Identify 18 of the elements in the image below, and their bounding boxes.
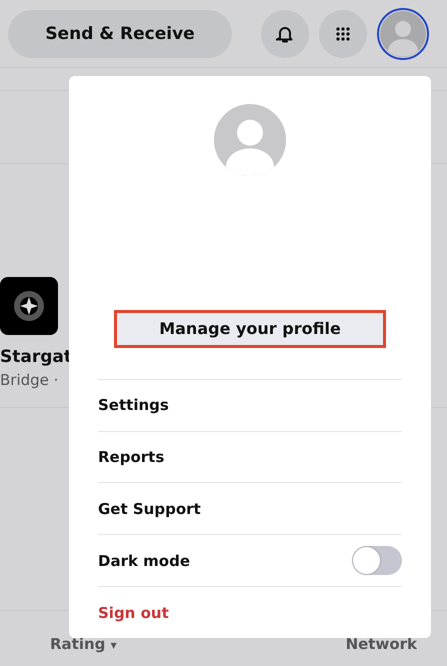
menu-item[interactable]: Get Support — [98, 500, 201, 518]
menu-item[interactable]: Reports — [98, 448, 164, 466]
column-heading: Network — [346, 635, 417, 653]
notifications-button[interactable] — [261, 10, 309, 58]
send-receive-button[interactable]: Send & Receive — [8, 10, 232, 58]
grid-icon — [335, 26, 351, 42]
app-name: Stargat — [0, 347, 73, 367]
app-subtitle: Bridge · — [0, 371, 60, 389]
avatar-icon — [211, 104, 289, 176]
bell-icon — [276, 24, 294, 42]
sort-dropdown[interactable]: Rating ▾ — [50, 635, 117, 653]
toggle-switch[interactable] — [352, 546, 402, 576]
manage-profile-button[interactable]: Manage your profile — [117, 313, 383, 345]
menu-item[interactable]: Settings — [98, 396, 169, 414]
avatar-button[interactable] — [377, 8, 429, 60]
sign-out-link[interactable]: Sign out — [98, 604, 169, 622]
apps-button[interactable] — [319, 10, 367, 58]
menu-item-label: Dark mode — [98, 552, 190, 570]
